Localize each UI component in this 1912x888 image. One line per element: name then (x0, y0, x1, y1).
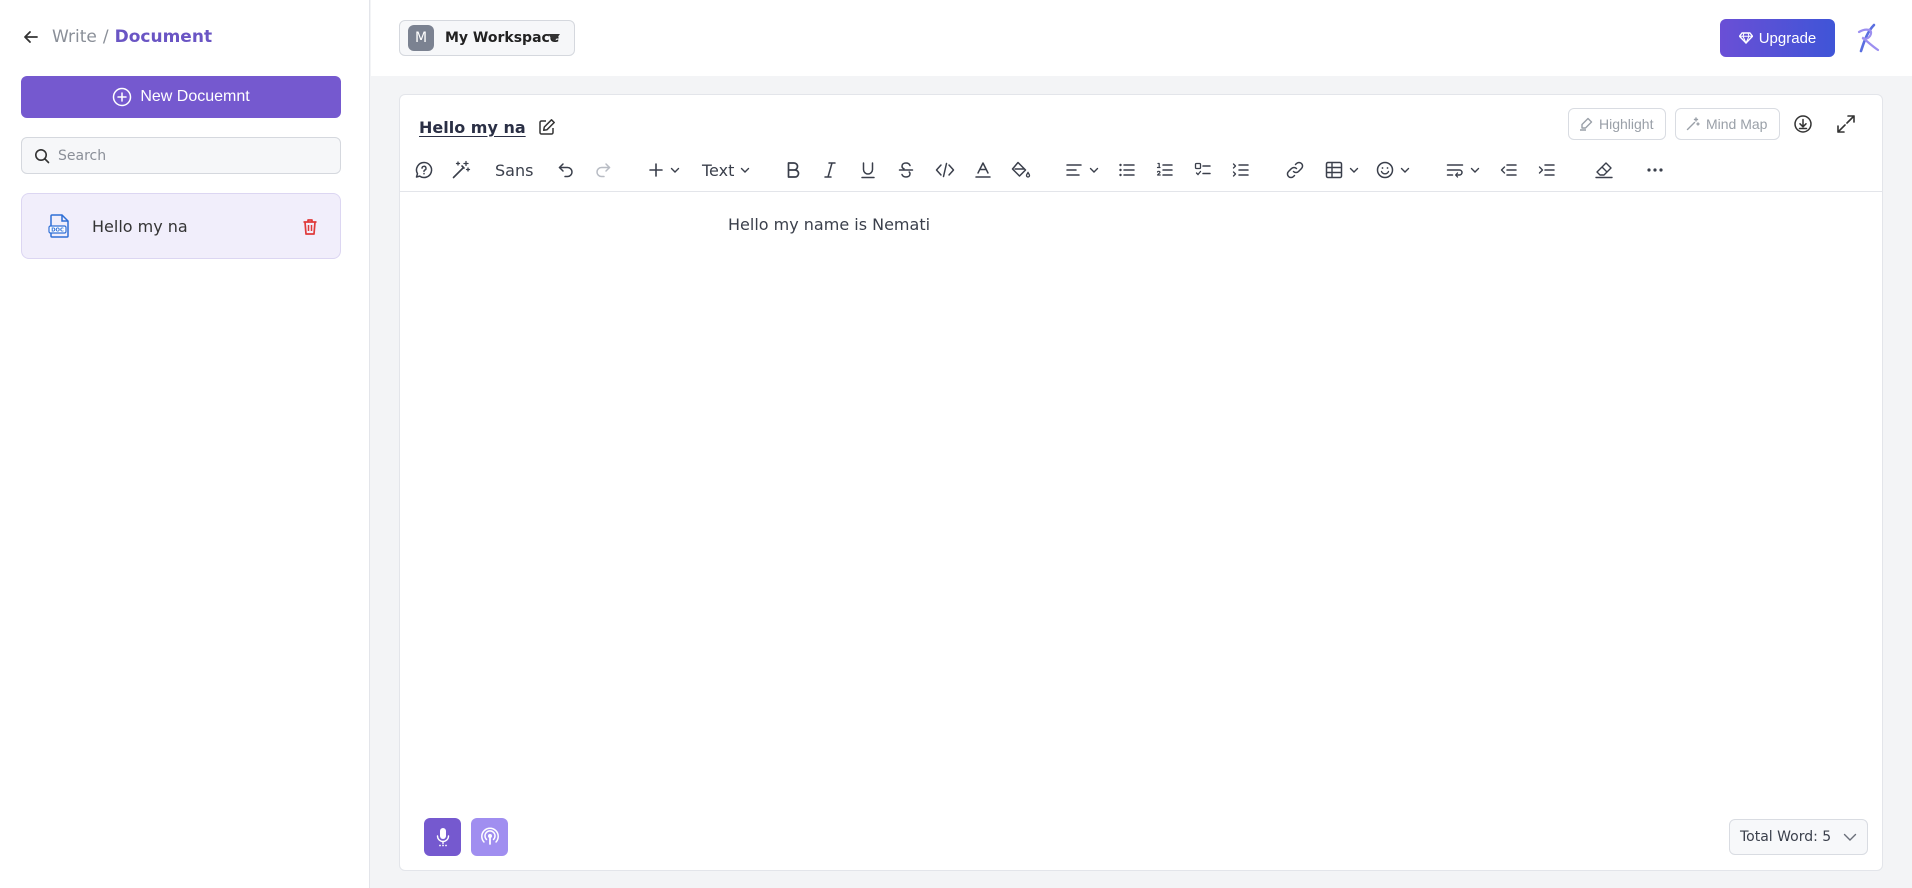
caret-down-icon (548, 34, 560, 42)
search-box (21, 137, 341, 174)
breadcrumb-separator: / (102, 27, 109, 47)
text-align-button[interactable] (1065, 160, 1099, 180)
plus-icon (649, 163, 663, 177)
magic-wand-icon (1686, 117, 1700, 131)
smiley-icon (1376, 161, 1394, 179)
new-document-label: New Docuemnt (140, 88, 250, 105)
word-count-label: Total Word: 5 (1740, 829, 1832, 845)
code-icon[interactable] (935, 160, 955, 180)
more-options-icon[interactable] (1646, 160, 1664, 180)
back-arrow-icon[interactable] (22, 27, 42, 47)
mind-map-button[interactable]: Mind Map (1675, 108, 1780, 140)
search-input[interactable] (58, 147, 318, 164)
chevron-down-icon (1470, 167, 1480, 173)
podcast-button[interactable] (471, 818, 508, 856)
insert-block-button[interactable] (648, 160, 680, 180)
document-list-item-label: Hello my na (92, 216, 188, 236)
highlighter-icon (1580, 117, 1593, 131)
highlight-label: Highlight (1599, 116, 1654, 132)
expand-icon[interactable] (1836, 114, 1856, 134)
chevron-down-icon (741, 167, 750, 173)
block-type-label: Text (702, 160, 735, 180)
app-logo-icon (1857, 23, 1880, 53)
chevron-down-icon (670, 167, 680, 173)
sidebar: Write / Document New Docuemnt DOC Hello … (0, 0, 370, 888)
ordered-list-icon[interactable] (1232, 160, 1250, 180)
highlight-button[interactable]: Highlight (1568, 108, 1666, 140)
font-family-select[interactable]: Sans (495, 160, 533, 180)
top-bar: M My Workspace Upgrade (371, 0, 1912, 76)
undo-icon[interactable] (557, 160, 575, 180)
formatting-toolbar: Sans Text (400, 148, 1882, 192)
italic-icon[interactable] (822, 160, 838, 180)
align-left-icon (1066, 164, 1082, 176)
table-icon (1325, 161, 1343, 179)
upgrade-button[interactable]: Upgrade (1720, 19, 1835, 57)
search-icon (35, 148, 50, 163)
bullet-list-icon[interactable] (1118, 160, 1136, 180)
trash-icon[interactable] (302, 218, 318, 236)
chevron-down-icon (1349, 167, 1359, 173)
underline-icon[interactable] (860, 160, 876, 180)
upgrade-label: Upgrade (1758, 29, 1817, 47)
comment-icon[interactable] (414, 160, 434, 180)
paint-bucket-icon[interactable] (1011, 160, 1031, 180)
bold-icon[interactable] (785, 160, 801, 180)
workspace-name: My Workspace (445, 30, 560, 46)
chevron-down-icon (1400, 167, 1410, 173)
line-height-button[interactable] (1446, 160, 1480, 180)
new-document-button[interactable]: New Docuemnt (21, 76, 341, 118)
document-list-item[interactable]: DOC Hello my na (21, 193, 341, 259)
breadcrumb-document: Document (114, 27, 213, 47)
editor-card: Hello my na Highlight Mind Map Sans Text… (399, 94, 1883, 871)
redo-icon[interactable] (594, 160, 612, 180)
diamond-icon (1738, 32, 1753, 44)
workspace-avatar: M (408, 25, 434, 51)
breadcrumb-write[interactable]: Write (52, 27, 97, 47)
block-type-select[interactable]: Text (702, 160, 750, 180)
clear-format-icon[interactable] (1594, 160, 1614, 180)
numbered-list-icon[interactable] (1156, 160, 1174, 180)
chevron-down-icon (1089, 167, 1099, 173)
wrap-text-icon (1446, 164, 1464, 178)
document-title[interactable]: Hello my na (419, 118, 526, 137)
strikethrough-icon[interactable] (898, 160, 914, 180)
breadcrumb: Write / Document (22, 24, 212, 50)
document-title-row: Hello my na (419, 113, 556, 141)
indent-icon[interactable] (1538, 160, 1556, 180)
outdent-icon[interactable] (1500, 160, 1518, 180)
download-icon[interactable] (1793, 114, 1813, 134)
svg-text:DOC: DOC (51, 228, 64, 234)
mind-map-label: Mind Map (1706, 116, 1768, 132)
table-button[interactable] (1325, 160, 1359, 180)
word-count-dropdown[interactable]: Total Word: 5 (1729, 819, 1868, 855)
magic-wand-icon[interactable] (451, 160, 471, 180)
link-icon[interactable] (1285, 160, 1305, 180)
doc-file-icon: DOC (48, 214, 69, 238)
chevron-down-icon (1843, 833, 1857, 841)
task-list-icon[interactable] (1194, 160, 1212, 180)
edit-title-icon[interactable] (538, 118, 556, 136)
podcast-icon (480, 827, 499, 845)
microphone-icon (436, 828, 449, 847)
plus-circle-icon (113, 87, 132, 107)
workspace-selector[interactable]: M My Workspace (399, 20, 575, 56)
text-color-icon[interactable] (974, 160, 992, 180)
voice-input-button[interactable] (424, 818, 461, 856)
emoji-button[interactable] (1376, 160, 1410, 180)
editor-content[interactable]: Hello my name is Nemati (728, 215, 930, 234)
